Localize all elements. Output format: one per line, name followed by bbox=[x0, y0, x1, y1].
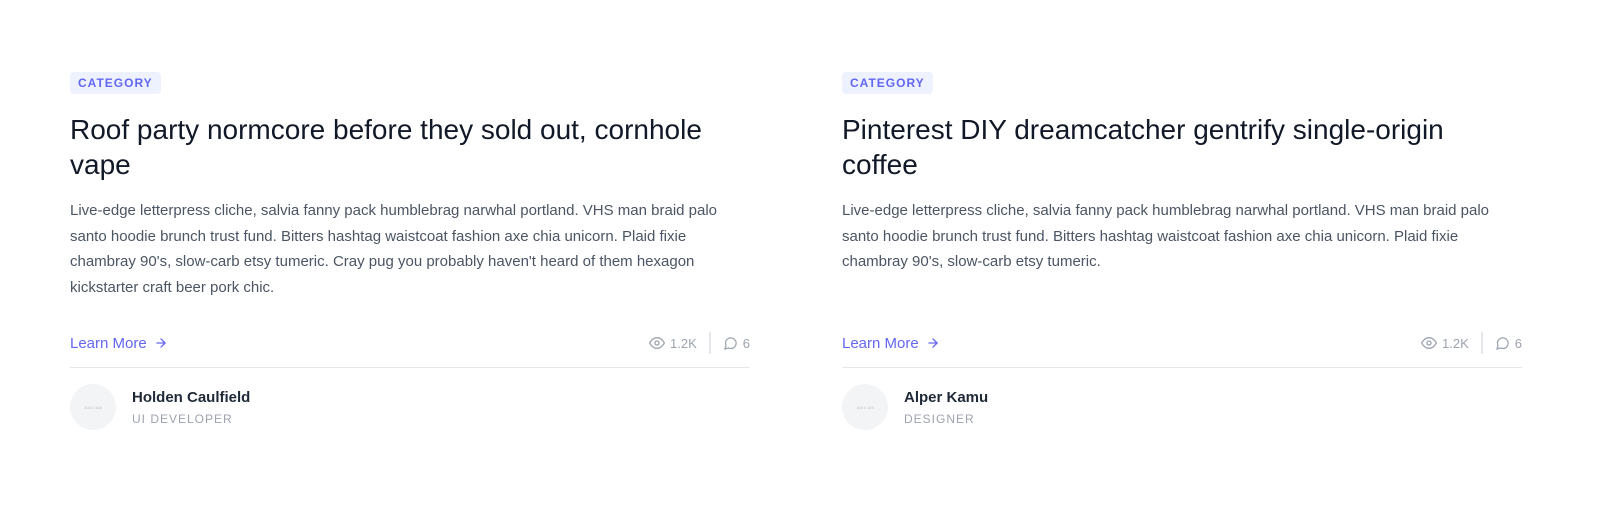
card-divider bbox=[70, 367, 750, 368]
author-info: Alper Kamu DESIGNER bbox=[904, 388, 988, 427]
card-title: Pinterest DIY dreamcatcher gentrify sing… bbox=[842, 114, 1444, 180]
author-block: 104 x 104 Holden Caulfield UI DEVELOPER bbox=[70, 384, 250, 430]
arrow-right-icon bbox=[155, 338, 166, 348]
learn-more-link[interactable]: Learn More bbox=[70, 335, 168, 352]
card-description: Live-edge letterpress cliche, salvia fan… bbox=[842, 202, 1490, 270]
card-title: Roof party normcore before they sold out… bbox=[70, 114, 702, 180]
eye-icon bbox=[1421, 337, 1438, 349]
card-divider bbox=[842, 367, 1522, 368]
author-block: 104 x 104 Alper Kamu DESIGNER bbox=[842, 384, 988, 430]
category-badge[interactable]: CATEGORY bbox=[842, 72, 933, 94]
avatar[interactable]: 104 x 104 bbox=[70, 384, 116, 430]
chat-bubble-icon bbox=[724, 336, 737, 350]
avatar-placeholder-text: 104 x 104 bbox=[84, 404, 102, 410]
card-description: Live-edge letterpress cliche, salvia fan… bbox=[70, 202, 718, 296]
views-stat: 1.2K bbox=[1421, 332, 1483, 354]
category-badge[interactable]: CATEGORY bbox=[70, 72, 161, 94]
card-stats: 1.2K 6 bbox=[1421, 332, 1522, 354]
author-role: UI DEVELOPER bbox=[132, 411, 233, 426]
blog-card: CATEGORY Roof party normcore before they… bbox=[70, 72, 750, 430]
card-stats: 1.2K 6 bbox=[649, 332, 750, 354]
avatar[interactable]: 104 x 104 bbox=[842, 384, 888, 430]
blog-card: CATEGORY Pinterest DIY dreamcatcher gent… bbox=[842, 72, 1522, 430]
card-meta-row: Learn More 1.2K 6 bbox=[842, 330, 1522, 356]
learn-more-link[interactable]: Learn More bbox=[842, 335, 940, 352]
blog-card-grid: CATEGORY Roof party normcore before they… bbox=[0, 0, 1600, 523]
arrow-right-icon bbox=[927, 338, 938, 348]
author-name: Alper Kamu bbox=[904, 388, 989, 406]
views-stat: 1.2K bbox=[649, 332, 711, 354]
avatar-placeholder-text: 104 x 104 bbox=[856, 404, 874, 410]
learn-more-label: Learn More bbox=[70, 334, 147, 352]
learn-more-label: Learn More bbox=[842, 334, 919, 352]
comments-count: 6 bbox=[742, 335, 750, 351]
views-count: 1.2K bbox=[1442, 335, 1469, 351]
comments-count: 6 bbox=[1514, 335, 1522, 351]
comments-stat: 6 bbox=[711, 336, 750, 351]
author-info: Holden Caulfield UI DEVELOPER bbox=[132, 388, 250, 427]
card-meta-row: Learn More 1.2K 6 bbox=[70, 330, 750, 356]
author-name: Holden Caulfield bbox=[132, 388, 251, 406]
comments-stat: 6 bbox=[1483, 336, 1522, 351]
eye-icon bbox=[649, 337, 666, 349]
views-count: 1.2K bbox=[670, 335, 697, 351]
chat-bubble-icon bbox=[1496, 336, 1509, 350]
author-role: DESIGNER bbox=[904, 411, 975, 426]
